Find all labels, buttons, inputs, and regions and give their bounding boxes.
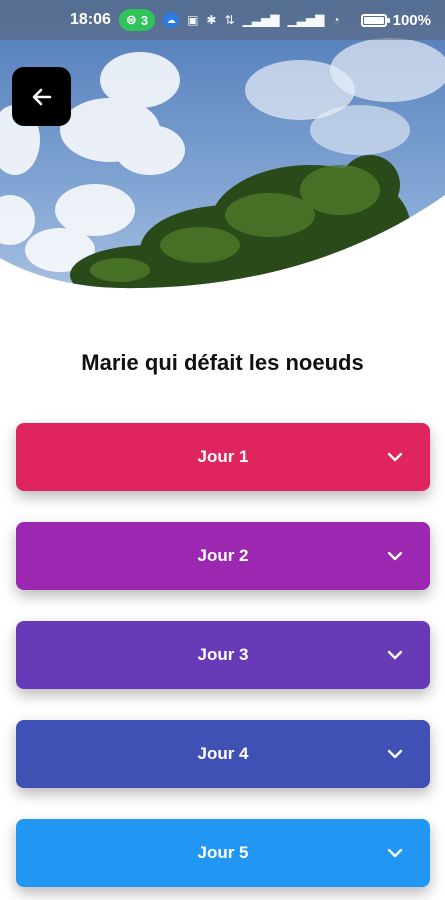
battery-fill [363,16,384,24]
status-time: 18:06 [70,11,111,28]
status-icons: ▣ ✱ ⇅ ▁▃▅▇ ▁▃▅▇ ◔ [187,13,340,27]
header-image [0,0,445,300]
arrow-left-icon [32,88,51,105]
data-icon: ⇅ [224,13,235,27]
chevron-down-icon[interactable] [387,846,403,860]
signal-icon: ▁▃▅▇ [242,13,280,27]
bluetooth-icon: ✱ [206,13,217,27]
day-list: Jour 1 Jour 2 Jour 3 Jour 4 Jour 5 [16,423,430,900]
back-button[interactable] [12,67,71,126]
chevron-down-icon[interactable] [387,648,403,662]
battery-status: 100% [360,11,431,29]
day-card-1[interactable]: Jour 1 [16,423,430,491]
chevron-down-icon[interactable] [387,450,403,464]
hotspot-badge: ⊜ 3 [118,9,156,31]
day-label: Jour 3 [197,645,249,664]
day-label: Jour 1 [197,447,249,466]
day-label: Jour 4 [197,744,249,763]
day-label: Jour 5 [197,843,249,862]
hotspot-count: 3 [140,12,149,28]
page-title: Marie qui défait les noeuds [81,350,364,375]
battery-icon [360,13,390,27]
day-card-3[interactable]: Jour 3 [16,621,430,689]
day-card-4[interactable]: Jour 4 [16,720,430,788]
day-card-5[interactable]: Jour 5 [16,819,430,887]
hotspot-icon: ⊜ [125,12,137,27]
chevron-down-icon[interactable] [387,549,403,563]
chevron-down-icon[interactable] [387,747,403,761]
battery-text: 100% [392,11,431,29]
status-bar: 18:06 ⊜ 3 ☁ ▣ ✱ ⇅ ▁▃▅▇ ▁▃▅▇ ◔ 100% [0,0,445,40]
wifi-icon: ◔ [332,13,340,27]
signal-icon-2: ▁▃▅▇ [287,13,325,27]
cloud-icon: ☁ [163,12,180,28]
nfc-icon: ▣ [187,13,199,27]
day-label: Jour 2 [197,546,249,565]
day-card-2[interactable]: Jour 2 [16,522,430,590]
